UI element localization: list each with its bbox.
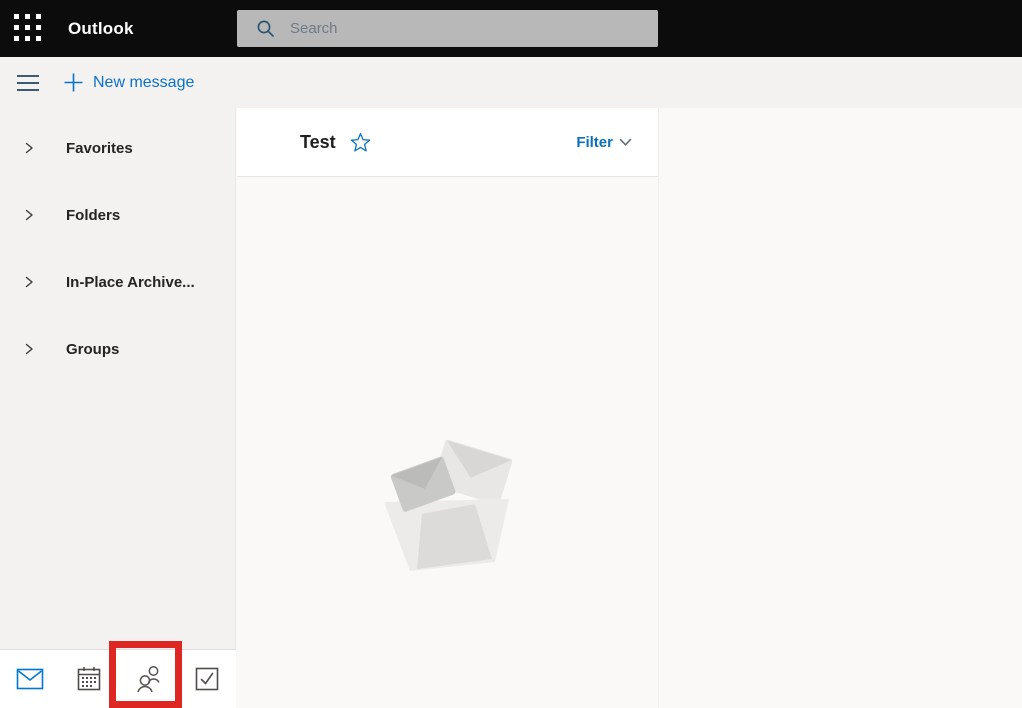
sidebar-item-label: Favorites (66, 140, 133, 157)
sidebar-item-in-place-archive[interactable]: In-Place Archive... (0, 264, 235, 300)
sidebar-item-folders[interactable]: Folders (0, 197, 235, 233)
hamburger-menu-icon[interactable] (17, 57, 41, 108)
new-message-label: New message (93, 74, 194, 92)
folder-sidebar: Favorites Folders In-Place Archive... Gr… (0, 108, 236, 708)
chevron-down-icon (619, 138, 632, 147)
new-message-button[interactable]: New message (63, 57, 194, 108)
folder-title: Test (300, 132, 336, 153)
chevron-right-icon (22, 208, 36, 222)
plus-icon (63, 72, 84, 93)
search-bar[interactable] (237, 10, 658, 47)
mail-icon[interactable] (14, 666, 46, 692)
empty-folder-illustration (384, 437, 512, 571)
people-icon[interactable] (133, 661, 165, 697)
outlook-window: Outlook New message (0, 0, 1022, 708)
top-app-bar: Outlook (0, 0, 1022, 57)
sidebar-item-label: Folders (66, 207, 120, 224)
sidebar-item-label: In-Place Archive... (66, 274, 195, 291)
chevron-right-icon (22, 342, 36, 356)
chevron-right-icon (22, 275, 36, 289)
module-switcher (0, 649, 236, 708)
sidebar-item-groups[interactable]: Groups (0, 331, 235, 367)
favorite-star-icon[interactable] (350, 132, 371, 152)
sidebar-item-favorites[interactable]: Favorites (0, 130, 235, 166)
filter-button[interactable]: Filter (576, 134, 632, 151)
command-toolbar: New message (0, 57, 1022, 108)
reading-pane (658, 108, 1022, 708)
chevron-right-icon (22, 141, 36, 155)
message-list-panel: Test Filter (237, 108, 658, 708)
sidebar-item-label: Groups (66, 341, 119, 358)
calendar-icon[interactable] (73, 663, 105, 695)
tasks-icon[interactable] (192, 664, 222, 694)
app-title: Outlook (68, 0, 134, 57)
message-list-header: Test Filter (237, 108, 658, 177)
app-launcher-icon[interactable] (14, 14, 44, 44)
filter-label: Filter (576, 134, 613, 151)
search-input[interactable] (288, 19, 658, 38)
search-icon (256, 19, 275, 38)
